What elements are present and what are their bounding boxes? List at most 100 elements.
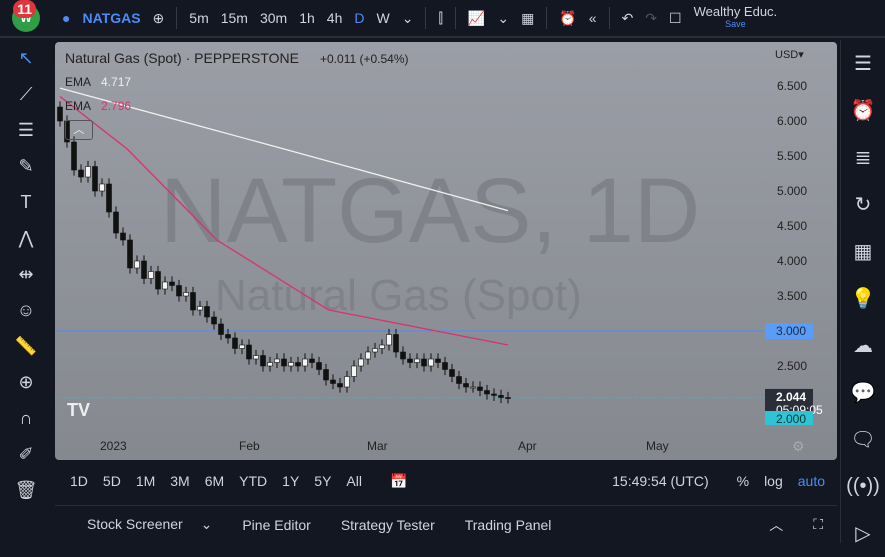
candle-body bbox=[92, 166, 98, 192]
data-window-icon[interactable]: ≣ bbox=[841, 134, 885, 181]
collapse-legend-button[interactable]: ︿ bbox=[65, 120, 93, 140]
candle-body bbox=[400, 351, 406, 360]
text-icon[interactable]: T bbox=[0, 184, 52, 220]
chart-pane[interactable]: NATGAS, 1D Natural Gas (Spot) 6.500 6.000 5.… bbox=[55, 42, 837, 460]
candle-body bbox=[407, 358, 413, 363]
bottom-panel: Stock Screener ⌄ Pine Editor Strategy Te… bbox=[55, 505, 837, 543]
tab-pine-editor[interactable]: Pine Editor bbox=[242, 517, 310, 533]
user-avatar[interactable]: W 11 bbox=[12, 0, 40, 32]
redo-icon[interactable]: ↷ bbox=[645, 10, 657, 27]
add-symbol-icon[interactable]: ⊕ bbox=[153, 10, 165, 27]
log-toggle[interactable]: log bbox=[764, 473, 783, 489]
minds-icon[interactable]: ☁ bbox=[841, 322, 885, 369]
emoji-icon[interactable]: ☺ bbox=[0, 292, 52, 328]
range-6m[interactable]: 6M bbox=[205, 473, 224, 489]
ideas-icon[interactable]: 💡 bbox=[841, 275, 885, 322]
ema2-legend[interactable]: EMA 2.796 bbox=[65, 99, 131, 113]
brush-icon[interactable]: ✎ bbox=[0, 148, 52, 184]
undo-icon[interactable]: ↶ bbox=[622, 10, 634, 27]
lock-drawing-icon[interactable]: ✐ bbox=[0, 436, 52, 472]
price-chart[interactable]: NATGAS, 1D Natural Gas (Spot) 6.500 6.000 5.… bbox=[55, 42, 837, 460]
tab-stock-screener[interactable]: Stock Screener ⌄ bbox=[71, 516, 212, 533]
y-tick-label: 6.000 bbox=[777, 114, 807, 128]
cursor-icon[interactable]: ↖ bbox=[0, 40, 52, 76]
interval-30m[interactable]: 30m bbox=[260, 10, 287, 26]
range-1y[interactable]: 1Y bbox=[282, 473, 299, 489]
candle-body bbox=[134, 260, 140, 269]
alarm-icon[interactable]: ⏰ bbox=[559, 10, 576, 27]
range-5y[interactable]: 5Y bbox=[314, 473, 331, 489]
hotlist-icon[interactable]: ↻ bbox=[841, 181, 885, 228]
pattern-icon[interactable]: ⋀ bbox=[0, 220, 52, 256]
date-range-icon[interactable]: 📅 bbox=[390, 473, 407, 490]
drawing-toolbar: ↖ ⟋ ☰ ✎ T ⋀ ⇹ ☺ 📏 ⊕ ∩ ✐ 🗑 bbox=[0, 40, 52, 543]
tab-strategy-tester[interactable]: Strategy Tester bbox=[341, 517, 435, 533]
range-1d[interactable]: 1D bbox=[70, 473, 88, 489]
candle-body bbox=[71, 141, 77, 171]
trendline-icon[interactable]: ⟋ bbox=[0, 76, 52, 112]
layout-icon[interactable]: ▦ bbox=[521, 10, 534, 27]
alerts-icon[interactable]: ⏰ bbox=[841, 87, 885, 134]
candle-body bbox=[372, 348, 378, 353]
candle-body bbox=[85, 166, 91, 178]
range-ytd[interactable]: YTD bbox=[239, 473, 267, 489]
tab-trading-panel[interactable]: Trading Panel bbox=[465, 517, 552, 533]
fib-icon[interactable]: ☰ bbox=[0, 112, 52, 148]
prediction-icon[interactable]: ⇹ bbox=[0, 256, 52, 292]
candle-body bbox=[99, 183, 105, 192]
interval-5m[interactable]: 5m bbox=[189, 10, 208, 26]
fullscreen-checkbox-icon[interactable]: ☐ bbox=[669, 10, 682, 27]
symbol-search[interactable]: NATGAS bbox=[82, 10, 140, 26]
indicators-icon[interactable]: 📈 bbox=[468, 10, 485, 27]
watchlist-icon[interactable]: ☰ bbox=[841, 40, 885, 87]
more-icon[interactable]: ▷ bbox=[841, 510, 885, 557]
interval-15m[interactable]: 15m bbox=[221, 10, 248, 26]
trash-icon[interactable]: 🗑 bbox=[0, 472, 52, 508]
candle-body bbox=[337, 383, 343, 388]
layout-name[interactable]: Wealthy Educ. Save bbox=[694, 5, 778, 31]
interval-w[interactable]: W bbox=[376, 10, 389, 26]
save-label: Save bbox=[725, 19, 746, 29]
replay-icon[interactable]: « bbox=[589, 10, 597, 26]
candles-icon[interactable]: ⫿ bbox=[438, 10, 442, 27]
interval-4h[interactable]: 4h bbox=[327, 10, 343, 26]
range-3m[interactable]: 3M bbox=[170, 473, 189, 489]
range-5d[interactable]: 5D bbox=[103, 473, 121, 489]
settings-gear-icon[interactable]: ⚙ bbox=[792, 438, 805, 455]
streams-icon[interactable]: ((•)) bbox=[841, 463, 885, 510]
tv-logo-icon: TV bbox=[67, 400, 91, 420]
calendar-icon[interactable]: ▦ bbox=[841, 228, 885, 275]
chevron-down-icon[interactable]: ⌄ bbox=[497, 10, 509, 27]
zoom-icon[interactable]: ⊕ bbox=[0, 364, 52, 400]
notification-badge: 11 bbox=[13, 0, 36, 18]
chevron-down-icon[interactable]: ⌄ bbox=[402, 10, 414, 27]
range-1m[interactable]: 1M bbox=[136, 473, 155, 489]
magnet-icon[interactable]: ∩ bbox=[0, 400, 52, 436]
messages-icon[interactable]: 🗨 bbox=[841, 416, 885, 463]
candle-body bbox=[344, 376, 350, 388]
candle-body bbox=[190, 292, 196, 311]
percent-toggle[interactable]: % bbox=[737, 473, 749, 489]
clock-time[interactable]: 15:49:54 (UTC) bbox=[612, 473, 708, 489]
watermark-name: Natural Gas (Spot) bbox=[215, 271, 582, 320]
collapse-panel-icon[interactable]: ︿ bbox=[769, 515, 783, 535]
ema1-label: EMA bbox=[65, 75, 92, 89]
auto-toggle[interactable]: auto bbox=[798, 473, 825, 489]
maximize-panel-icon[interactable]: ⛶ bbox=[813, 516, 823, 533]
y-tick-label: 3.500 bbox=[777, 289, 807, 303]
chats-icon[interactable]: 💬 bbox=[841, 369, 885, 416]
candle-body bbox=[442, 362, 448, 370]
candle-body bbox=[309, 358, 315, 363]
interval-1h[interactable]: 1h bbox=[299, 10, 315, 26]
candle-body bbox=[330, 379, 336, 384]
account-name: Wealthy Educ. bbox=[693, 4, 778, 19]
ruler-icon[interactable]: 📏 bbox=[0, 328, 52, 364]
candle-body bbox=[155, 271, 161, 290]
ema1-value: 4.717 bbox=[101, 75, 132, 89]
interval-d[interactable]: D bbox=[354, 10, 364, 26]
range-all[interactable]: All bbox=[346, 473, 362, 489]
ema1-legend[interactable]: EMA 4.717 bbox=[65, 75, 131, 89]
candle-body bbox=[498, 395, 504, 398]
currency-select[interactable]: USD▾ bbox=[775, 48, 804, 61]
tab-label: Stock Screener bbox=[87, 516, 183, 532]
